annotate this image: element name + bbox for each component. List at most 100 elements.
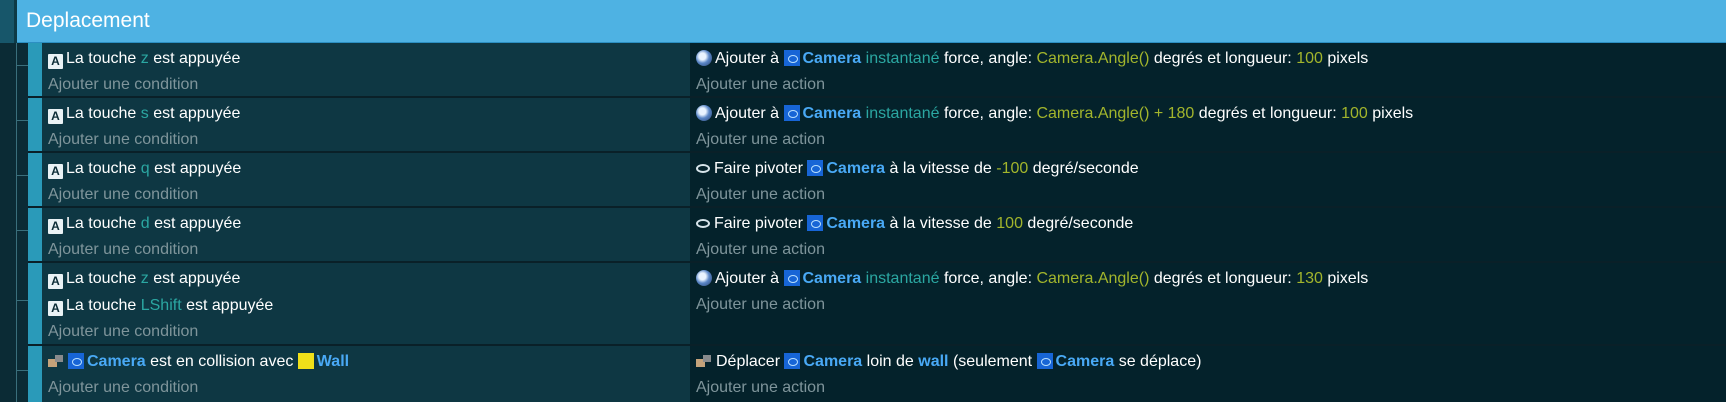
object-param[interactable]: Camera: [826, 160, 885, 177]
condition-text: est appuyée: [153, 270, 241, 287]
event-row[interactable]: A La touche d est appuyée Ajouter une con…: [28, 208, 1726, 263]
conditions-panel[interactable]: A La touche z est appuyée A La touche LShi…: [42, 263, 690, 346]
actions-panel[interactable]: Ajouter à Camera instantané force, angle…: [690, 98, 1726, 153]
object-param[interactable]: Camera: [87, 353, 146, 370]
angle-param[interactable]: Camera.Angle(): [1036, 270, 1149, 287]
action-text: force, angle:: [943, 105, 1033, 122]
condition-text: est en collision avec: [150, 353, 294, 370]
event-row[interactable]: A La touche z est appuyée A La touche LShi…: [28, 263, 1726, 346]
conditions-panel[interactable]: Camera est en collision avec Wall Ajoute…: [42, 346, 690, 402]
add-action-link[interactable]: Ajouter une action: [696, 240, 825, 260]
action-text: Faire pivoter: [714, 160, 803, 177]
length-param[interactable]: 100: [1296, 50, 1323, 67]
add-condition-link[interactable]: Ajouter une condition: [48, 378, 198, 398]
action-line[interactable]: Faire pivoter Camera à la vitesse de -10…: [696, 159, 1139, 179]
action-text: force, angle:: [943, 50, 1033, 67]
conditions-panel[interactable]: A La touche s est appuyée Ajouter une con…: [42, 98, 690, 153]
condition-line[interactable]: A La touche q est appuyée: [48, 159, 241, 179]
add-action-link[interactable]: Ajouter une action: [696, 378, 825, 398]
angle-param[interactable]: Camera.Angle(): [1036, 50, 1149, 67]
mode-param[interactable]: instantané: [866, 50, 940, 67]
keyboard-key-icon: A: [48, 109, 63, 124]
event-row[interactable]: A La touche z est appuyée Ajouter une con…: [28, 43, 1726, 98]
sprite-object-icon: [783, 270, 800, 286]
condition-line[interactable]: A La touche d est appuyée: [48, 214, 241, 234]
key-param[interactable]: q: [141, 160, 150, 177]
actions-panel[interactable]: Déplacer Camera loin de wall (seulement …: [690, 346, 1726, 402]
object-param[interactable]: wall: [918, 353, 948, 370]
action-text: se déplace): [1118, 353, 1202, 370]
action-line[interactable]: Ajouter à Camera instantané force, angle…: [696, 269, 1368, 289]
add-action-link[interactable]: Ajouter une action: [696, 185, 825, 205]
add-action-link[interactable]: Ajouter une action: [696, 295, 825, 315]
action-line[interactable]: Ajouter à Camera instantané force, angle…: [696, 104, 1413, 124]
condition-line[interactable]: A La touche LShift est appuyée: [48, 296, 273, 316]
conditions-panel[interactable]: A La touche d est appuyée Ajouter une con…: [42, 208, 690, 263]
add-action-link[interactable]: Ajouter une action: [696, 75, 825, 95]
object-param[interactable]: Camera: [803, 353, 862, 370]
actions-panel[interactable]: Ajouter à Camera instantané force, angle…: [690, 43, 1726, 98]
object-param[interactable]: Camera: [803, 270, 862, 287]
group-collapse-bar[interactable]: [0, 0, 14, 43]
action-line[interactable]: Ajouter à Camera instantané force, angle…: [696, 49, 1368, 69]
length-param[interactable]: 130: [1296, 270, 1323, 287]
collision-icon: [48, 354, 64, 368]
key-param[interactable]: z: [141, 50, 149, 67]
keyboard-key-icon: A: [48, 274, 63, 289]
condition-line[interactable]: A La touche z est appuyée: [48, 269, 240, 289]
event-row[interactable]: Camera est en collision avec Wall Ajoute…: [28, 346, 1726, 402]
object-param[interactable]: Camera: [1056, 353, 1115, 370]
action-line[interactable]: Déplacer Camera loin de wall (seulement …: [696, 352, 1201, 372]
rotate-icon: [696, 219, 710, 228]
condition-text: La touche: [66, 215, 137, 232]
sprite-object-icon: [68, 353, 84, 369]
group-title[interactable]: Deplacement: [26, 9, 150, 33]
conditions-panel[interactable]: A La touche z est appuyée Ajouter une con…: [42, 43, 690, 98]
event-row[interactable]: A La touche s est appuyée Ajouter une con…: [28, 98, 1726, 153]
key-param[interactable]: s: [141, 105, 149, 122]
event-drag-handle[interactable]: [28, 346, 42, 402]
condition-line[interactable]: A La touche z est appuyée: [48, 49, 240, 69]
add-condition-link[interactable]: Ajouter une condition: [48, 185, 198, 205]
condition-line[interactable]: A La touche s est appuyée: [48, 104, 240, 124]
object-param[interactable]: Wall: [317, 353, 349, 370]
object-param[interactable]: Camera: [803, 50, 862, 67]
action-text: loin de: [866, 353, 914, 370]
event-row[interactable]: A La touche q est appuyée Ajouter une con…: [28, 153, 1726, 208]
event-drag-handle[interactable]: [28, 153, 42, 208]
key-param[interactable]: LShift: [141, 297, 182, 314]
speed-param[interactable]: 100: [996, 215, 1023, 232]
condition-text: La touche: [66, 105, 137, 122]
actions-panel[interactable]: Faire pivoter Camera à la vitesse de -10…: [690, 153, 1726, 208]
action-text: Ajouter à: [715, 270, 780, 287]
add-condition-link[interactable]: Ajouter une condition: [48, 130, 198, 150]
actions-panel[interactable]: Ajouter à Camera instantané force, angle…: [690, 263, 1726, 346]
actions-panel[interactable]: Faire pivoter Camera à la vitesse de 100…: [690, 208, 1726, 263]
add-condition-link[interactable]: Ajouter une condition: [48, 240, 198, 260]
add-condition-link[interactable]: Ajouter une condition: [48, 75, 198, 95]
action-line[interactable]: Faire pivoter Camera à la vitesse de 100…: [696, 214, 1133, 234]
action-text: pixels: [1327, 270, 1369, 287]
add-action-link[interactable]: Ajouter une action: [696, 130, 825, 150]
event-drag-handle[interactable]: [28, 263, 42, 346]
sprite-object-icon: [807, 215, 824, 231]
mode-param[interactable]: instantané: [866, 270, 940, 287]
event-drag-handle[interactable]: [28, 98, 42, 153]
object-param[interactable]: Camera: [826, 215, 885, 232]
conditions-panel[interactable]: A La touche q est appuyée Ajouter une con…: [42, 153, 690, 208]
action-text: à la vitesse de: [889, 215, 992, 232]
length-param[interactable]: 100: [1341, 105, 1368, 122]
add-condition-link[interactable]: Ajouter une condition: [48, 322, 198, 342]
angle-param[interactable]: Camera.Angle() + 180: [1036, 105, 1194, 122]
mode-param[interactable]: instantané: [866, 105, 940, 122]
force-icon: [696, 105, 712, 121]
group-header[interactable]: Deplacement: [0, 0, 1726, 43]
key-param[interactable]: d: [141, 215, 150, 232]
condition-line[interactable]: Camera est en collision avec Wall: [48, 352, 349, 372]
event-drag-handle[interactable]: [28, 208, 42, 263]
speed-param[interactable]: -100: [996, 160, 1028, 177]
object-param[interactable]: Camera: [803, 105, 862, 122]
condition-text: La touche: [66, 297, 137, 314]
key-param[interactable]: z: [141, 270, 149, 287]
event-drag-handle[interactable]: [28, 43, 42, 98]
